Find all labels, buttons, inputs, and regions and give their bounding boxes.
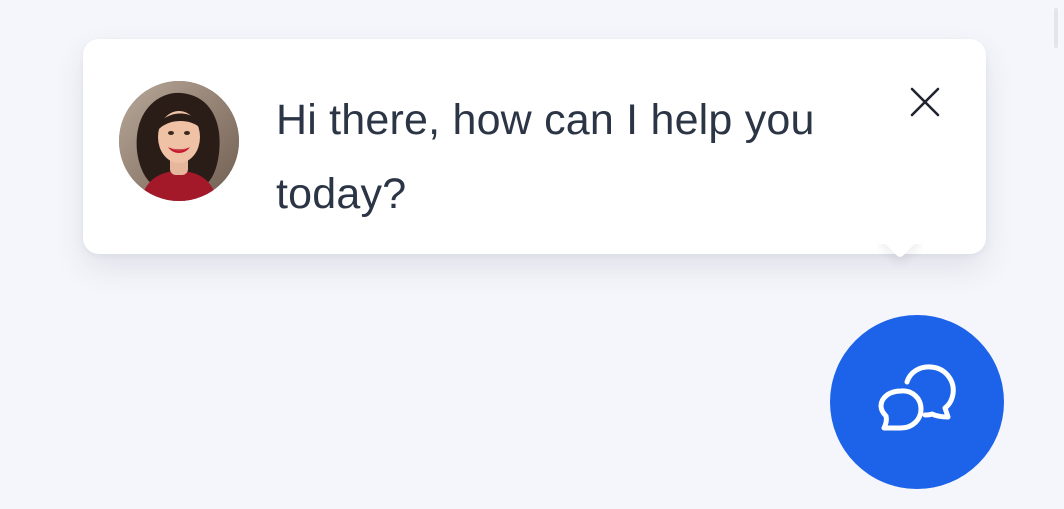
close-button[interactable] [902, 79, 948, 125]
greeting-message: Hi there, how can I help you today? [276, 96, 815, 218]
close-icon [910, 87, 940, 117]
scrollbar-thumb[interactable] [1054, 8, 1058, 48]
chat-greeting-popup: Hi there, how can I help you today? [83, 39, 986, 254]
agent-avatar-photo [119, 81, 239, 201]
chat-launcher-button[interactable] [830, 315, 1004, 489]
agent-avatar [119, 81, 239, 201]
page-scrollbar[interactable] [1046, 0, 1064, 509]
chat-bubbles-icon [878, 364, 956, 431]
popup-pointer [877, 244, 923, 280]
